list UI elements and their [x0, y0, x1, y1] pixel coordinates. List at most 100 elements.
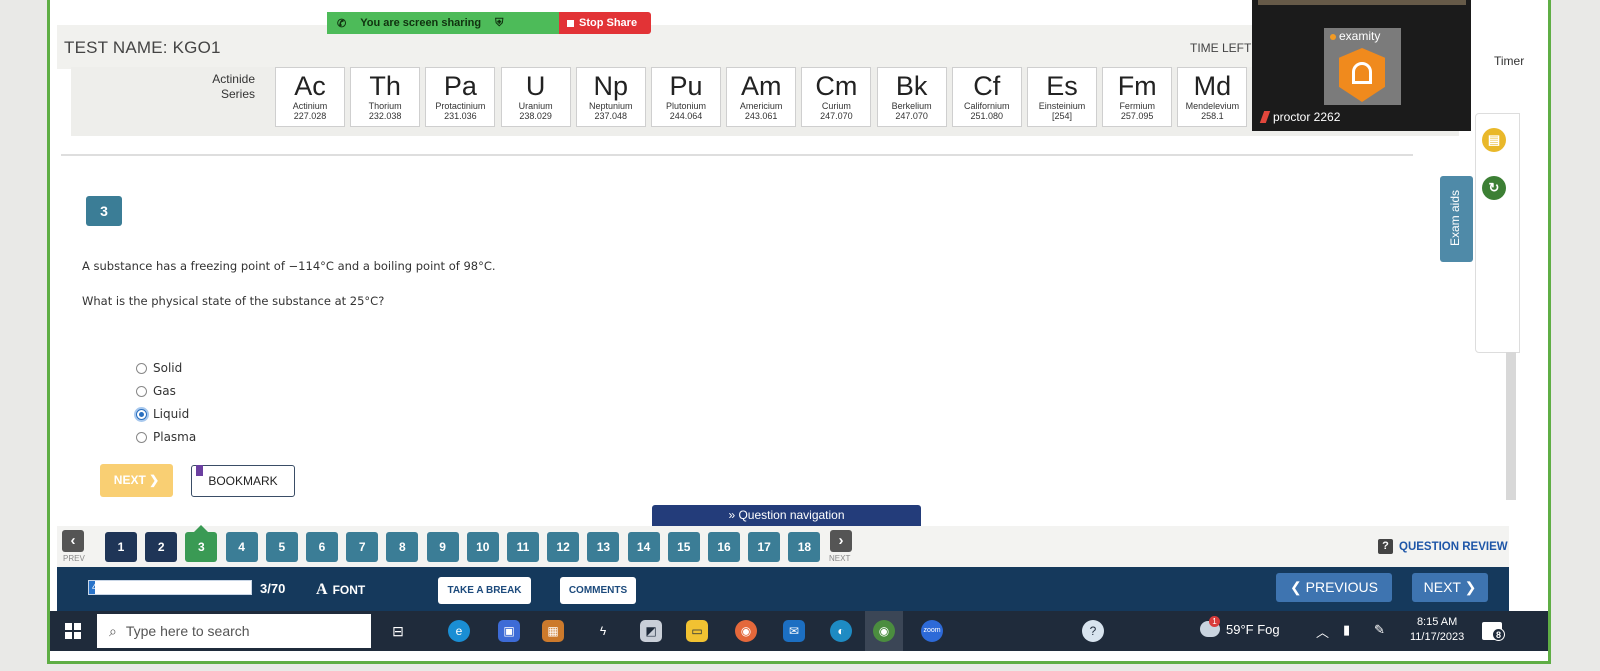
chrome-active-icon[interactable]: ◉: [873, 620, 895, 642]
question-number-button[interactable]: 10: [466, 532, 499, 562]
file-explorer-icon[interactable]: ▭: [686, 620, 708, 642]
radio-button[interactable]: [136, 431, 147, 443]
element-card: Th Thorium 232.038: [350, 67, 421, 127]
windows-taskbar: ⌕ Type here to search ⊟ e ▣ ▦ ϟ ◩ ▭ ◉ ✉ …: [50, 611, 1548, 651]
radio-button[interactable]: [136, 362, 147, 374]
question-number-button[interactable]: 16: [708, 532, 740, 562]
element-symbol: Pa: [443, 71, 477, 101]
element-mass: 247.070: [895, 111, 928, 121]
calculator-icon[interactable]: ▤: [1482, 128, 1506, 152]
take-a-break-button[interactable]: TAKE A BREAK: [438, 577, 531, 604]
question-number-button[interactable]: 12: [547, 532, 580, 562]
question-review-button[interactable]: ? QUESTION REVIEW: [1378, 539, 1508, 554]
notification-count: 8: [1492, 628, 1505, 641]
battery-icon[interactable]: ▮: [1343, 622, 1350, 638]
next-button[interactable]: NEXT ❯: [1412, 573, 1488, 602]
question-number-button[interactable]: 3: [185, 525, 218, 562]
option-solid[interactable]: Solid: [136, 361, 182, 375]
windows-start-icon[interactable]: [65, 623, 81, 639]
nav-next-arrow[interactable]: ›: [830, 530, 852, 552]
clock[interactable]: 8:15 AM 11/17/2023: [1410, 615, 1464, 645]
element-symbol: Np: [593, 71, 629, 101]
screen-share-text: You are screen sharing: [360, 17, 482, 29]
element-name: Plutonium: [665, 101, 707, 111]
question-number-button[interactable]: 5: [265, 532, 298, 562]
element-name: Berkelium: [891, 101, 932, 111]
refresh-icon[interactable]: ↻: [1482, 176, 1506, 200]
clock-time: 8:15 AM: [1416, 616, 1458, 628]
examity-brand: examity: [1330, 29, 1380, 43]
comments-button[interactable]: COMMENTS: [560, 577, 636, 604]
radio-button[interactable]: [136, 385, 147, 397]
exam-aids-tab[interactable]: Exam aids: [1440, 176, 1473, 262]
question-number-button[interactable]: 18: [788, 532, 821, 562]
element-mass: 257.095: [1120, 111, 1154, 121]
proctor-video-overlay[interactable]: examity proctor 2262: [1252, 0, 1471, 131]
scrollbar[interactable]: [1506, 352, 1516, 500]
proctor-name: proctor 2262: [1273, 110, 1341, 124]
element-name: Thorium: [368, 101, 402, 111]
question-number-button[interactable]: 11: [507, 532, 539, 562]
question-number-button[interactable]: 9: [426, 532, 459, 562]
zoom-icon[interactable]: zoom: [921, 620, 943, 642]
weather-widget[interactable]: 59°F Fog: [1200, 616, 1280, 637]
element-symbol: Md: [1193, 71, 1232, 101]
font-button[interactable]: A FONT: [316, 581, 365, 599]
option-plasma[interactable]: Plasma: [136, 430, 196, 444]
question-number-button[interactable]: 15: [667, 532, 700, 562]
element-name: Neptunium: [589, 101, 633, 111]
notification-icon[interactable]: 8: [1482, 622, 1505, 641]
store-icon[interactable]: ▣: [498, 620, 520, 642]
previous-button[interactable]: ❮ PREVIOUS: [1276, 573, 1392, 602]
webcam-strip: [1258, 0, 1466, 5]
timer-label[interactable]: Timer: [1494, 54, 1524, 68]
examity-logo: examity: [1324, 28, 1401, 105]
question-number-button[interactable]: 8: [386, 532, 419, 562]
element-name: Protactinium: [435, 101, 486, 111]
question-number-button[interactable]: 13: [587, 532, 620, 562]
element-card: Bk Berkelium 247.070: [876, 67, 947, 127]
element-symbol: Fm: [1117, 71, 1157, 101]
photos-icon[interactable]: ◩: [640, 620, 662, 642]
option-liquid[interactable]: Liquid: [136, 407, 189, 421]
progress-percent: 4%: [92, 582, 107, 593]
taskbar-search[interactable]: ⌕ Type here to search: [97, 614, 371, 648]
exam-aids-label: Exam aids: [1448, 189, 1462, 246]
question-number-button[interactable]: 6: [306, 532, 338, 562]
stop-share-button[interactable]: Stop Share: [559, 12, 652, 34]
option-gas[interactable]: Gas: [136, 384, 176, 398]
radio-button-selected[interactable]: [136, 408, 147, 420]
question-number-button[interactable]: 4: [225, 532, 258, 562]
bookmark-button[interactable]: BOOKMARK: [191, 465, 295, 497]
element-mass: 258.1: [1201, 111, 1224, 121]
bolt-app-icon[interactable]: ϟ: [592, 620, 614, 642]
chrome-icon[interactable]: ◉: [735, 620, 757, 642]
edge-browser-icon[interactable]: e: [448, 620, 470, 642]
weather-icon: [1200, 616, 1220, 637]
mail-icon[interactable]: ✉: [783, 620, 805, 642]
next-question-button[interactable]: NEXT ❯: [100, 464, 173, 497]
app-icon[interactable]: ▦: [542, 620, 564, 642]
element-card: Np Neptunium 237.048: [575, 67, 646, 127]
proctor-label: proctor 2262: [1259, 110, 1341, 124]
question-number-button[interactable]: 2: [145, 532, 178, 562]
app-circle-icon[interactable]: ◐: [830, 620, 852, 642]
help-tray-icon[interactable]: ?: [1082, 620, 1104, 642]
tray-chevron-icon[interactable]: ︿: [1316, 622, 1329, 641]
element-card: U Uranium 238.029: [500, 67, 571, 127]
element-name: Fermium: [1119, 101, 1155, 111]
element-name: Californium: [964, 101, 1010, 111]
element-mass: [254]: [1051, 111, 1073, 121]
question-number-button[interactable]: 7: [346, 532, 379, 562]
question-number-button[interactable]: 17: [748, 532, 781, 562]
pen-icon[interactable]: ✎: [1374, 622, 1385, 638]
element-symbol: U: [525, 71, 546, 101]
mic-muted-icon: [1259, 111, 1271, 123]
nav-prev-arrow[interactable]: ‹: [62, 530, 84, 552]
question-navigation-toggle[interactable]: » Question navigation: [652, 505, 921, 526]
question-number-button[interactable]: 14: [627, 532, 660, 562]
question-number-button[interactable]: 1: [105, 532, 137, 562]
question-count: 3/70: [260, 581, 286, 596]
element-name: Curium: [821, 101, 851, 111]
task-view-icon[interactable]: ⊟: [387, 620, 409, 642]
